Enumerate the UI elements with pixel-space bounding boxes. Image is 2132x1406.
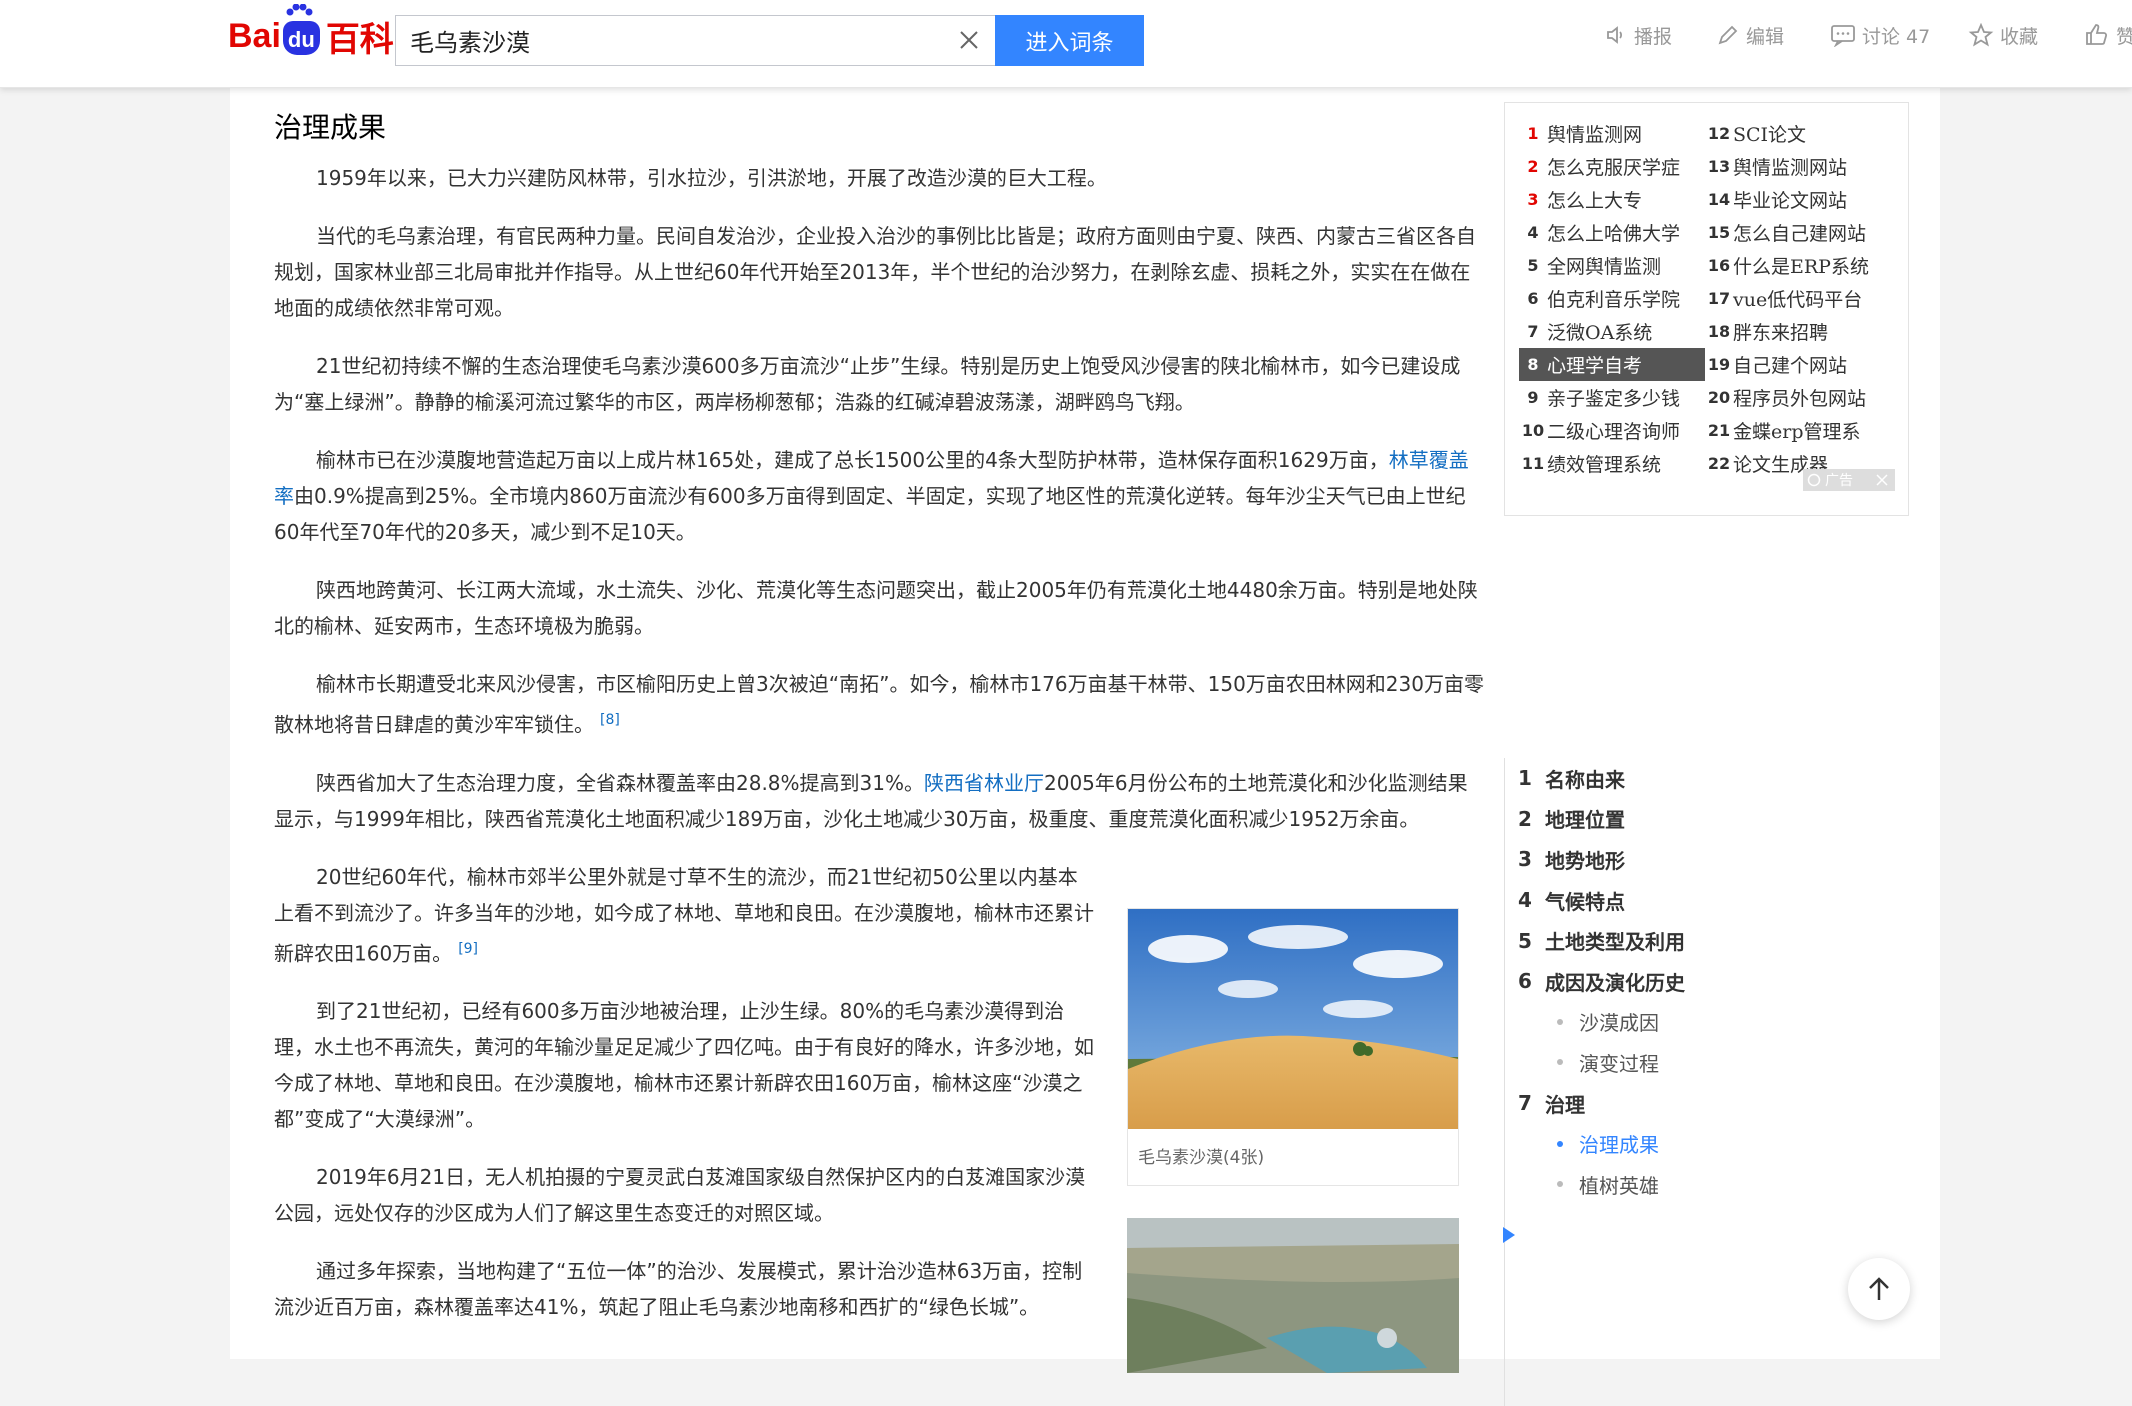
star-icon xyxy=(1968,23,1994,47)
edit-button[interactable]: 编辑 xyxy=(1716,20,1784,50)
toc-subitem[interactable]: 植树英雄 xyxy=(1505,1164,1804,1205)
ad-item[interactable]: 1 舆情监测网 xyxy=(1519,117,1705,150)
toc-subitem[interactable]: 演变过程 xyxy=(1505,1042,1804,1083)
ad-badge[interactable]: 广告 xyxy=(1803,469,1895,491)
paragraph-4-text-a: 榆林市已在沙漠腹地营造起万亩以上成片林165处，建成了总长1500公里的4条大型… xyxy=(316,448,1389,472)
ad-item[interactable]: 6 伯克利音乐学院 xyxy=(1519,282,1705,315)
aerial-photo xyxy=(1127,1218,1459,1373)
ad-item[interactable]: 12 SCI论文 xyxy=(1705,117,1900,150)
desert-photo xyxy=(1128,909,1458,1129)
ad-badge-label: 广告 xyxy=(1825,473,1853,489)
toc-subitem[interactable]: 沙漠成因 xyxy=(1505,1002,1804,1043)
paragraph-10: 2019年6月21日，无人机拍摄的宁夏灵武白芨滩国家级自然保护区内的白芨滩国家沙… xyxy=(274,1165,1086,1226)
ad-item[interactable]: 14 毕业论文网站 xyxy=(1705,183,1900,216)
ad-column-right: 12 SCI论文 13 舆情监测网站 14 毕业论文网站 15 怎么自己建网站 16 什么… xyxy=(1705,117,1900,480)
ad-box: 1 舆情监测网 2 怎么克服厌学症 3 怎么上大专 4 怎么上哈佛大学 5 全网舆情监测 … xyxy=(1504,102,1909,516)
collect-label: 收藏 xyxy=(2000,25,2039,48)
current-position-arrow-icon xyxy=(1503,1227,1515,1243)
thumb-up-icon xyxy=(2086,24,2108,45)
arrow-up-icon xyxy=(1869,1277,1889,1300)
album-card[interactable]: 毛乌素沙漠(4张) xyxy=(1127,908,1459,1186)
play-label: 播报 xyxy=(1634,25,1673,48)
ad-item[interactable]: 5 全网舆情监测 xyxy=(1519,249,1705,282)
reference-9[interactable]: [9] xyxy=(458,941,478,957)
paw-icon xyxy=(286,4,313,16)
discuss-label: 讨论 47 xyxy=(1862,25,1931,48)
ad-item[interactable]: 2 怎么克服厌学症 xyxy=(1519,150,1705,183)
like-label: 赞 xyxy=(2116,25,2132,48)
ad-item[interactable]: 20 程序员外包网站 xyxy=(1705,381,1900,414)
ad-close-icon[interactable] xyxy=(1875,473,1889,487)
reference-8[interactable]: [8] xyxy=(600,712,620,728)
bullet-dot xyxy=(1557,1059,1563,1066)
paragraph-7-text-a: 陕西省加大了生态治理力度，全省森林覆盖率由28.8%提高到31%。 xyxy=(316,770,924,795)
play-button[interactable]: 播报 xyxy=(1604,20,1672,50)
paragraph-4: 榆林市已在沙漠腹地营造起万亩以上成片林165处，建成了总长1500公里的4条大型… xyxy=(274,442,1484,550)
paragraph-7: 陕西省加大了生态治理力度，全省森林覆盖率由28.8%提高到31%。陕西省林业厅2… xyxy=(274,765,1484,837)
paragraph-6: 榆林市长期遭受北来风沙侵害，市区榆阳历史上曾3次被迫“南拓”。如今，榆林市176… xyxy=(274,666,1484,743)
ad-item[interactable]: 9 亲子鉴定多少钱 xyxy=(1519,381,1705,414)
text-beside-image: 20世纪60年代，榆林市郊半公里外就是寸草不生的流沙，而21世纪初50公里以内基… xyxy=(274,859,1094,1326)
ad-item[interactable]: 13 舆情监测网站 xyxy=(1705,150,1900,183)
speaker-icon xyxy=(1607,26,1623,44)
paragraph-8-text: 20世纪60年代，榆林市郊半公里外就是寸草不生的流沙，而21世纪初50公里以内基… xyxy=(274,864,1094,966)
discuss-button[interactable]: 讨论 47 xyxy=(1830,20,1930,50)
link-shaanxi-forestry[interactable]: 陕西省林业厅 xyxy=(924,771,1044,795)
ad-item[interactable]: 19 自己建个网站 xyxy=(1705,348,1900,381)
toc-item[interactable]: 6 成因及演化历史 xyxy=(1505,961,1804,1002)
toc-item[interactable]: 1 名称由来 xyxy=(1505,758,1804,799)
top-header: Bai du 百科 进入词条 播报 编辑 讨论 47 收藏 赞 xyxy=(0,0,2132,88)
ad-info-icon xyxy=(1807,473,1821,487)
clear-icon[interactable] xyxy=(957,28,981,52)
ad-item[interactable]: 10 二级心理咨询师 xyxy=(1519,414,1705,447)
toc-item[interactable]: 4 气候特点 xyxy=(1505,880,1804,921)
toc-item[interactable]: 3 地势地形 xyxy=(1505,839,1804,880)
paragraph-3: 21世纪初持续不懈的生态治理使毛乌素沙漠600多万亩流沙“止步”生绿。特别是历史… xyxy=(274,354,1461,414)
paragraph-2: 当代的毛乌素治理，有官民两种力量。民间自发治沙，企业投入治沙的事例比比皆是；政府… xyxy=(274,224,1476,320)
pencil-icon xyxy=(1718,25,1738,45)
enter-entry-button[interactable]: 进入词条 xyxy=(995,15,1144,66)
ad-item[interactable]: 18 胖东来招聘 xyxy=(1705,315,1900,348)
search-box xyxy=(395,15,995,66)
logo-du: du xyxy=(282,21,320,55)
toc-item[interactable]: 5 土地类型及利用 xyxy=(1505,920,1804,961)
ad-item[interactable]: 16 什么是ERP系统 xyxy=(1705,249,1900,282)
logo-bai: Bai xyxy=(228,16,281,55)
bullet-dot xyxy=(1557,1140,1563,1147)
edit-label: 编辑 xyxy=(1746,25,1785,48)
section-title: 治理成果 xyxy=(274,111,387,144)
ad-item[interactable]: 21 金蝶erp管理系 xyxy=(1705,414,1900,447)
logo-baike: 百科 xyxy=(325,20,394,59)
ad-item[interactable]: 17 vue低代码平台 xyxy=(1705,282,1900,315)
comment-icon xyxy=(1831,25,1855,47)
baidu-baike-logo[interactable]: Bai du 百科 xyxy=(228,4,394,62)
album-caption: 毛乌素沙漠(4张) xyxy=(1138,1148,1265,1168)
paragraph-6-text: 榆林市长期遭受北来风沙侵害，市区榆阳历史上曾3次被迫“南拓”。如今，榆林市176… xyxy=(274,672,1484,737)
page-content: 治理成果 1959年以来，已大力兴建防风林带，引水拉沙，引洪淤地，开展了改造沙漠… xyxy=(230,88,1940,1406)
ad-item[interactable]: 11 绩效管理系统 xyxy=(1519,447,1705,480)
like-button[interactable]: 赞 xyxy=(2084,20,2132,50)
paragraph-4-text-b: 由0.9%提高到25%。全市境内860万亩流沙有600多万亩得到固定、半固定，实… xyxy=(274,484,1466,544)
paragraph-5: 陕西地跨黄河、长江两大流域，水土流失、沙化、荒漠化等生态问题突出，截止2005年… xyxy=(274,578,1478,638)
collect-button[interactable]: 收藏 xyxy=(1968,20,2038,50)
ad-item[interactable]: 15 怎么自己建网站 xyxy=(1705,216,1900,249)
toc-subitem-active[interactable]: 治理成果 xyxy=(1505,1123,1804,1164)
aerial-photo-card[interactable] xyxy=(1127,1218,1459,1373)
search-input[interactable] xyxy=(396,16,936,65)
table-of-contents: 1 名称由来 2 地理位置 3 地势地形 4 气候特点 5 土地类型及利用 6 成因及演化历… xyxy=(1503,758,1804,1406)
back-to-top-button[interactable] xyxy=(1848,1258,1910,1320)
ad-item[interactable]: 3 怎么上大专 xyxy=(1519,183,1705,216)
paragraph-8: 20世纪60年代，榆林市郊半公里外就是寸草不生的流沙，而21世纪初50公里以内基… xyxy=(274,859,1094,972)
ad-item[interactable]: 7 泛微OA系统 xyxy=(1519,315,1705,348)
ad-column-left: 1 舆情监测网 2 怎么克服厌学症 3 怎么上大专 4 怎么上哈佛大学 5 全网舆情监测 … xyxy=(1519,117,1705,480)
paragraph-1: 1959年以来，已大力兴建防风林带，引水拉沙，引洪淤地，开展了改造沙漠的巨大工程… xyxy=(316,166,1107,190)
paragraph-11: 通过多年探索，当地构建了“五位一体”的治沙、发展模式，累计治沙造林63万亩，控制… xyxy=(274,1259,1083,1320)
toc-item[interactable]: 7 治理 xyxy=(1505,1083,1804,1124)
ad-item[interactable]: 4 怎么上哈佛大学 xyxy=(1519,216,1705,249)
bullet-dot xyxy=(1557,1181,1563,1188)
paragraph-9: 到了21世纪初，已经有600多万亩沙地被治理，止沙生绿。80%的毛乌素沙漠得到治… xyxy=(274,999,1094,1132)
ad-item-highlighted[interactable]: 8 心理学自考 xyxy=(1519,348,1705,381)
toc-item[interactable]: 2 地理位置 xyxy=(1505,799,1804,840)
bullet-dot xyxy=(1557,1018,1563,1025)
